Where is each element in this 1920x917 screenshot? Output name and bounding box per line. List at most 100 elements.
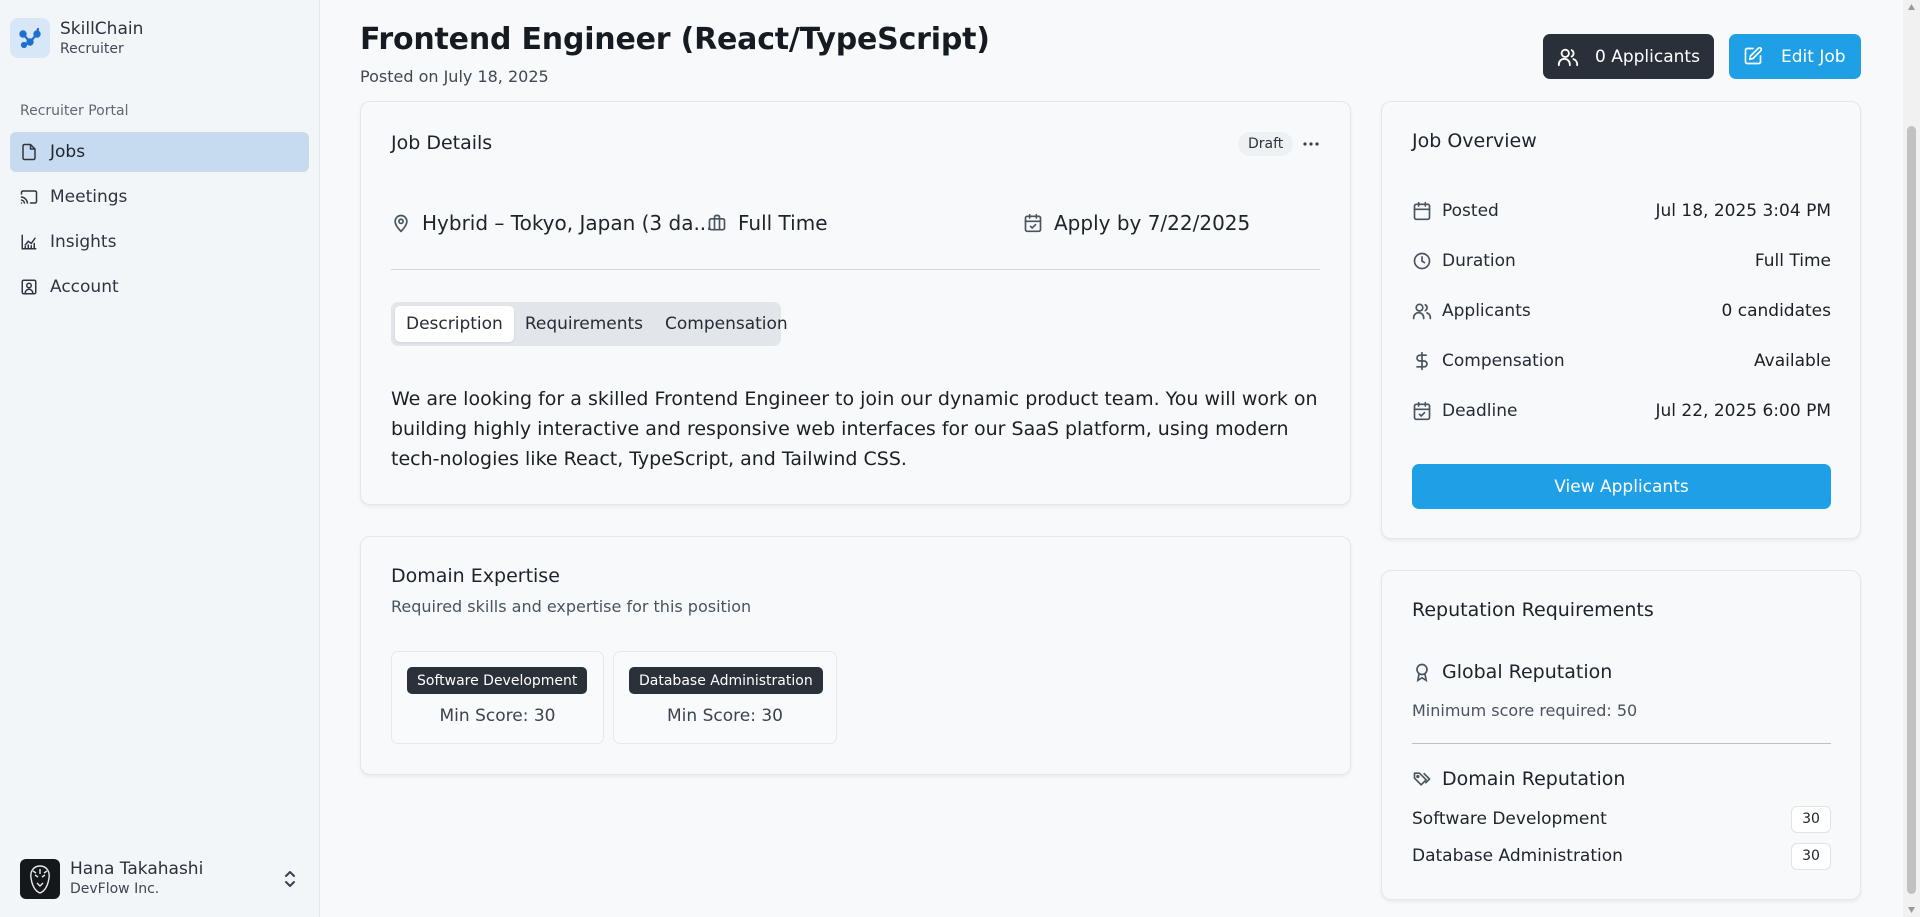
clock-icon (1412, 251, 1432, 271)
cast-icon (20, 187, 40, 207)
overview-row-applicants: Applicants 0 candidates (1412, 299, 1831, 323)
overview-value: Jul 22, 2025 6:00 PM (1655, 401, 1831, 421)
domain-name: Software Development (1412, 809, 1607, 829)
calendar-check-icon (1412, 401, 1432, 421)
scroll-down-arrow-icon[interactable] (1907, 905, 1916, 914)
overview-label: Duration (1442, 251, 1516, 271)
tab-compensation[interactable]: Compensation (654, 306, 799, 342)
page-title: Frontend Engineer (React/TypeScript) (360, 22, 990, 57)
user-menu[interactable]: Hana Takahashi DevFlow Inc. (20, 857, 300, 901)
divider (1412, 743, 1831, 744)
tags-icon (1412, 769, 1432, 789)
chart-icon (20, 232, 40, 252)
divider (391, 269, 1320, 270)
overview-row-deadline: Deadline Jul 22, 2025 6:00 PM (1412, 399, 1831, 423)
posted-date: Posted on July 18, 2025 (360, 67, 549, 86)
users-icon (1412, 301, 1432, 321)
status-badge: Draft (1238, 132, 1294, 156)
sidebar-nav: Jobs Meetings Insights Account (10, 132, 309, 312)
sidebar-item-label: Jobs (50, 142, 86, 162)
tab-requirements[interactable]: Requirements (514, 306, 654, 342)
edit-job-button[interactable]: Edit Job (1729, 34, 1861, 79)
global-reputation-heading: Global Reputation (1412, 661, 1612, 683)
job-type-text: Full Time (738, 211, 828, 235)
global-reputation-min: Minimum score required: 50 (1412, 701, 1638, 720)
sidebar-item-account[interactable]: Account (10, 267, 309, 307)
calendar-check-icon (1023, 213, 1043, 233)
overview-row-compensation: Compensation Available (1412, 349, 1831, 373)
skill-card: Database Administration Min Score: 30 (613, 651, 837, 744)
sidebar: SkillChain Recruiter Recruiter Portal Jo… (0, 0, 320, 917)
domain-expertise-title: Domain Expertise (391, 565, 560, 587)
skill-tag: Software Development (407, 667, 588, 694)
reputation-title: Reputation Requirements (1412, 599, 1654, 621)
overview-label: Posted (1442, 201, 1499, 221)
skillchain-logo-icon (10, 18, 50, 58)
tab-description[interactable]: Description (395, 306, 514, 342)
sidebar-item-label: Insights (50, 232, 117, 252)
user-name: Hana Takahashi (70, 859, 204, 879)
job-details-title: Job Details (391, 132, 493, 154)
file-icon (20, 142, 40, 162)
sidebar-item-label: Account (50, 277, 119, 297)
job-location-text: Hybrid – Tokyo, Japan (3 da... (422, 211, 713, 235)
overview-label: Deadline (1442, 401, 1518, 421)
job-description: We are looking for a skilled Frontend En… (391, 388, 1318, 470)
job-overview-title: Job Overview (1412, 130, 1537, 152)
domain-expertise-card: Domain Expertise Required skills and exp… (360, 536, 1351, 775)
user-org: DevFlow Inc. (70, 881, 160, 897)
users-icon (1557, 46, 1579, 68)
skill-tag: Database Administration (629, 667, 823, 694)
job-details-card: Job Details Draft Hybrid – Tokyo, Japan … (360, 101, 1351, 505)
overview-label: Applicants (1442, 301, 1531, 321)
domain-reputation-heading: Domain Reputation (1412, 768, 1625, 790)
edit-icon (1743, 46, 1765, 68)
domain-score: 30 (1791, 842, 1831, 870)
dollar-icon (1412, 351, 1432, 371)
map-pin-icon (391, 213, 411, 233)
more-options-icon[interactable] (1299, 133, 1323, 155)
chevrons-up-down-icon[interactable] (280, 867, 300, 891)
job-overview-card: Job Overview Posted Jul 18, 2025 3:04 PM… (1381, 101, 1861, 539)
contact-icon (20, 277, 40, 297)
applicants-button-label: 0 Applicants (1595, 46, 1700, 67)
overview-value: 0 candidates (1721, 301, 1831, 321)
sidebar-item-meetings[interactable]: Meetings (10, 177, 309, 217)
domain-reputation-row: Database Administration 30 (1412, 842, 1831, 870)
domain-expertise-subtitle: Required skills and expertise for this p… (391, 597, 752, 616)
sidebar-item-label: Meetings (50, 187, 128, 207)
edit-job-button-label: Edit Job (1781, 46, 1846, 67)
award-icon (1412, 662, 1432, 682)
overview-row-duration: Duration Full Time (1412, 249, 1831, 273)
applicants-button[interactable]: 0 Applicants (1543, 34, 1714, 79)
skill-min-score: Min Score: 30 (667, 706, 783, 726)
app-role: Recruiter (60, 41, 124, 57)
sidebar-item-insights[interactable]: Insights (10, 222, 309, 262)
reputation-card: Reputation Requirements Global Reputatio… (1381, 570, 1861, 900)
global-reputation-title: Global Reputation (1442, 661, 1613, 683)
overview-value: Jul 18, 2025 3:04 PM (1655, 201, 1831, 221)
domain-name: Database Administration (1412, 846, 1623, 866)
avatar (20, 859, 60, 899)
overview-row-posted: Posted Jul 18, 2025 3:04 PM (1412, 199, 1831, 223)
brand[interactable]: SkillChain Recruiter (10, 18, 143, 58)
overview-label: Compensation (1442, 351, 1565, 371)
job-location: Hybrid – Tokyo, Japan (3 da... (391, 211, 713, 235)
page-scrollbar[interactable] (1903, 0, 1920, 917)
apply-deadline-text: Apply by 7/22/2025 (1054, 211, 1251, 235)
overview-value: Full Time (1754, 251, 1831, 271)
briefcase-icon (707, 213, 727, 233)
scrollbar-thumb[interactable] (1907, 126, 1916, 894)
calendar-icon (1412, 201, 1432, 221)
scroll-up-arrow-icon[interactable] (1907, 3, 1916, 12)
app-name: SkillChain (60, 19, 144, 39)
skill-min-score: Min Score: 30 (439, 706, 556, 726)
sidebar-item-jobs[interactable]: Jobs (10, 132, 309, 172)
nav-group-label: Recruiter Portal (20, 103, 129, 119)
domain-reputation-row: Software Development 30 (1412, 805, 1831, 833)
overview-value: Available (1754, 351, 1831, 371)
domain-reputation-title: Domain Reputation (1442, 768, 1626, 790)
skill-card: Software Development Min Score: 30 (391, 651, 604, 744)
view-applicants-button[interactable]: View Applicants (1412, 464, 1831, 509)
domain-score: 30 (1791, 805, 1831, 833)
